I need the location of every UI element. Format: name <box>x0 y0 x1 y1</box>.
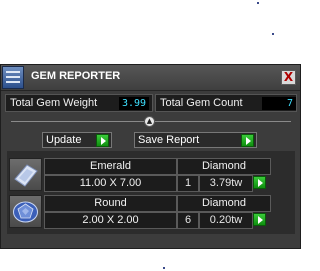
row-details-button[interactable] <box>253 213 266 226</box>
close-button[interactable]: X <box>281 70 296 85</box>
gem-shape: Round <box>44 195 177 212</box>
total-count-label: Total Gem Count <box>160 97 243 109</box>
gem-count: 1 <box>177 175 199 192</box>
gem-size: 11.00 X 7.00 <box>44 175 177 192</box>
play-arrow-icon <box>241 134 254 147</box>
gem-row[interactable]: Emerald 11.00 X 7.00 Diamond 1 3.79tw <box>8 157 295 192</box>
report-list-icon <box>2 66 24 89</box>
emerald-cut-gem-icon <box>9 158 42 191</box>
gem-size: 2.00 X 2.00 <box>44 212 177 229</box>
gem-material: Diamond <box>177 158 271 175</box>
total-weight-value: 3.99 <box>119 97 150 110</box>
window-title: GEM REPORTER <box>31 70 121 82</box>
gem-weight: 3.79tw <box>199 175 253 192</box>
play-arrow-icon <box>96 134 109 147</box>
row-details-button[interactable] <box>253 176 266 189</box>
chevron-up-icon: ▲ <box>146 117 153 125</box>
update-button[interactable]: Update <box>42 132 112 148</box>
close-icon: X <box>283 70 294 84</box>
gem-weight: 0.20tw <box>199 212 253 229</box>
save-report-button-label: Save Report <box>138 134 200 146</box>
title-bar[interactable]: GEM REPORTER X <box>1 65 300 91</box>
gem-count: 6 <box>177 212 199 229</box>
total-weight-box: Total Gem Weight 3.99 <box>5 94 153 112</box>
gem-reporter-panel: GEM REPORTER X Total Gem Weight 3.99 Tot… <box>0 64 301 249</box>
total-count-box: Total Gem Count 7 <box>155 94 297 112</box>
gem-shape: Emerald <box>44 158 177 175</box>
background-speck <box>257 2 259 4</box>
gem-row[interactable]: Round 2.00 X 2.00 Diamond 6 0.20tw <box>8 194 295 229</box>
total-weight-label: Total Gem Weight <box>10 97 98 109</box>
update-button-label: Update <box>46 134 82 146</box>
total-count-value: 7 <box>262 97 296 110</box>
round-cut-gem-icon <box>9 195 42 228</box>
background-speck <box>272 33 274 35</box>
collapse-button[interactable]: ▲ <box>144 116 155 127</box>
gem-material: Diamond <box>177 195 271 212</box>
save-report-button[interactable]: Save Report <box>134 132 257 148</box>
background-speck <box>163 267 165 269</box>
